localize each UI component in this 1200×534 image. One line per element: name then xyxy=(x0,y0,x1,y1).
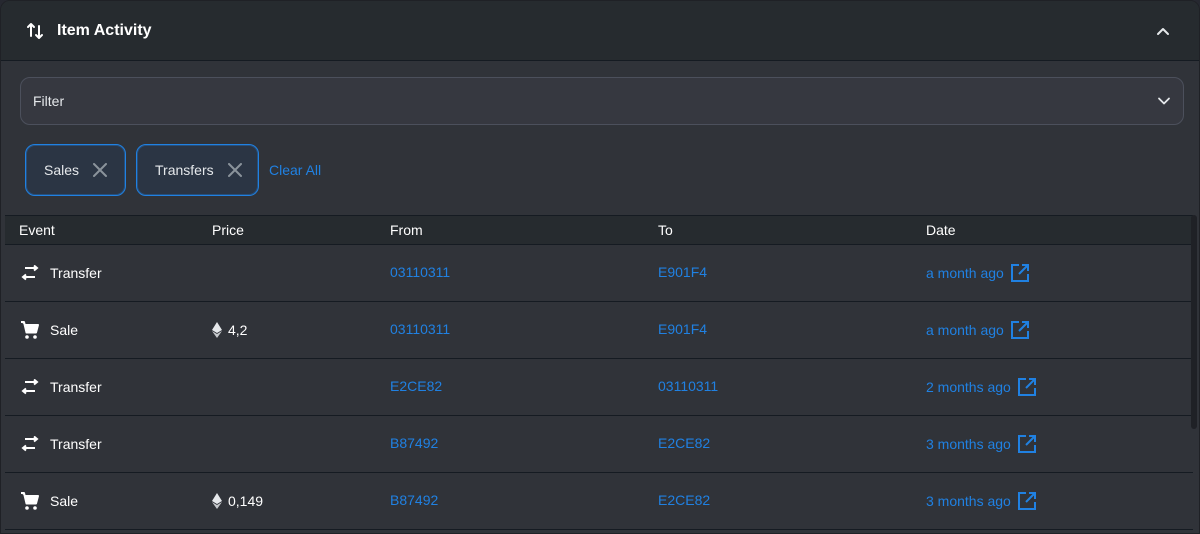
event-label: Transfer xyxy=(50,436,102,452)
date-link[interactable]: 2 months ago xyxy=(926,379,1011,395)
external-link-icon[interactable] xyxy=(1017,491,1037,511)
table-row: Transfer B87492 E2CE82 3 months ago xyxy=(5,416,1193,473)
external-link-icon[interactable] xyxy=(1017,377,1037,397)
column-header-event: Event xyxy=(19,222,55,238)
cart-icon xyxy=(19,490,41,512)
event-label: Transfer xyxy=(50,379,102,395)
table-row: Transfer 03110311 E901F4 a month ago xyxy=(5,245,1193,302)
external-link-icon[interactable] xyxy=(1010,320,1030,340)
from-link[interactable]: B87492 xyxy=(390,435,438,451)
panel-header[interactable]: Item Activity xyxy=(1,1,1199,61)
event-label: Transfer xyxy=(50,265,102,281)
transfer-icon xyxy=(19,262,41,284)
date-link[interactable]: a month ago xyxy=(926,265,1004,281)
event-label: Sale xyxy=(50,493,79,509)
ethereum-icon xyxy=(212,493,222,509)
sort-arrows-icon xyxy=(25,21,45,41)
filter-chip-transfers[interactable]: Transfers xyxy=(136,144,259,196)
event-label: Sale xyxy=(50,322,79,338)
table-header: Event Price From To Date xyxy=(5,215,1193,245)
price-value: 0,149 xyxy=(228,493,264,509)
to-link[interactable]: E901F4 xyxy=(658,264,707,280)
date-link[interactable]: a month ago xyxy=(926,322,1004,338)
date-link[interactable]: 3 months ago xyxy=(926,493,1011,509)
to-link[interactable]: E901F4 xyxy=(658,321,707,337)
table-row: Sale 4,2 03110311 E901F4 a month ago xyxy=(5,302,1193,359)
filter-dropdown[interactable]: Filter xyxy=(20,77,1184,125)
price-value: 4,2 xyxy=(228,322,248,338)
filter-chip-sales[interactable]: Sales xyxy=(25,144,126,196)
chip-label: Transfers xyxy=(155,162,214,178)
external-link-icon[interactable] xyxy=(1017,434,1037,454)
close-icon[interactable] xyxy=(93,163,108,177)
ethereum-icon xyxy=(212,322,222,338)
clear-all-link[interactable]: Clear All xyxy=(269,162,321,178)
filter-label: Filter xyxy=(33,93,65,109)
chevron-up-icon[interactable] xyxy=(1151,19,1175,43)
table-row: Sale 0,149 B87492 E2CE82 3 months ago xyxy=(5,473,1193,530)
from-link[interactable]: B87492 xyxy=(390,492,438,508)
table-scrollbar[interactable] xyxy=(1191,215,1197,429)
table-row: Transfer E2CE82 03110311 2 months ago xyxy=(5,359,1193,416)
item-activity-panel: Item Activity Filter Sales Transfers Cle… xyxy=(0,0,1200,534)
to-link[interactable]: E2CE82 xyxy=(658,435,710,451)
chevron-down-icon xyxy=(1157,94,1171,108)
column-header-price: Price xyxy=(212,222,244,238)
column-header-to: To xyxy=(658,222,673,238)
external-link-icon[interactable] xyxy=(1010,263,1030,283)
transfer-icon xyxy=(19,376,41,398)
from-link[interactable]: 03110311 xyxy=(390,264,450,280)
from-link[interactable]: 03110311 xyxy=(390,321,450,337)
cart-icon xyxy=(19,319,41,341)
to-link[interactable]: E2CE82 xyxy=(658,492,710,508)
column-header-from: From xyxy=(390,222,423,238)
chip-label: Sales xyxy=(44,162,80,178)
to-link[interactable]: 03110311 xyxy=(658,378,718,394)
date-link[interactable]: 3 months ago xyxy=(926,436,1011,452)
transfer-icon xyxy=(19,433,41,455)
panel-title: Item Activity xyxy=(57,21,152,39)
from-link[interactable]: E2CE82 xyxy=(390,378,442,394)
activity-table: Event Price From To Date Transfer 031103… xyxy=(5,215,1193,530)
close-icon[interactable] xyxy=(227,163,242,177)
column-header-date: Date xyxy=(926,222,956,238)
